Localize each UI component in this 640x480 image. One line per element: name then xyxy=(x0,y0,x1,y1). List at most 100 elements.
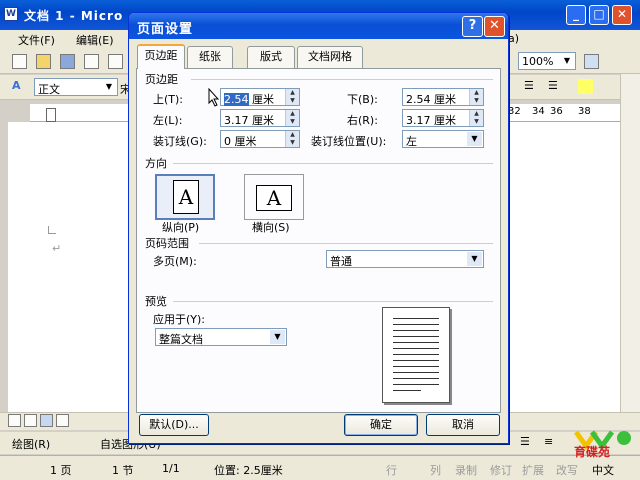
dialog-title-bar[interactable]: 页面设置 ? ✕ xyxy=(129,13,508,39)
right-margin-value: 3.17 厘米 xyxy=(406,114,456,127)
save-icon[interactable] xyxy=(60,54,75,69)
preview-section-title: 预览 xyxy=(145,295,167,308)
cancel-button[interactable]: 取消 xyxy=(426,414,500,436)
gutter-label: 装订线(G): xyxy=(153,135,207,148)
gutter-position-label: 装订线位置(U): xyxy=(311,135,387,148)
spinner-icon[interactable]: ▲ ▼ xyxy=(285,110,299,126)
tab-doc-grid[interactable]: 文档网格 xyxy=(297,46,363,68)
logo-text: 育碟苑 xyxy=(574,445,611,459)
zoom-combo[interactable]: 100% ▼ xyxy=(518,52,576,70)
pages-section-title: 页码范围 xyxy=(145,237,189,250)
open-folder-icon[interactable] xyxy=(36,54,51,69)
style-value: 正文 xyxy=(38,83,60,96)
status-position: 位置: 2.5厘米 xyxy=(214,464,283,477)
portrait-option[interactable]: A xyxy=(155,174,215,220)
paragraph-mark-icon: ↵ xyxy=(52,242,62,255)
gutter-position-select[interactable]: 左 ▼ xyxy=(402,130,484,148)
new-doc-icon[interactable] xyxy=(12,54,27,69)
status-language: 中文 xyxy=(592,464,614,477)
spinner-icon[interactable]: ▲ ▼ xyxy=(469,89,483,105)
status-macro-record[interactable]: 录制 xyxy=(455,462,477,478)
multiple-pages-select[interactable]: 普通 ▼ xyxy=(326,250,484,268)
tab-layout[interactable]: 版式 xyxy=(247,46,295,68)
vertical-scrollbar[interactable] xyxy=(620,74,640,412)
help-assistant-icon[interactable] xyxy=(584,54,599,69)
numbering-icon[interactable]: ☰ xyxy=(524,79,539,94)
chevron-down-icon[interactable]: ▼ xyxy=(467,132,482,146)
zoom-value: 100% xyxy=(522,55,554,68)
bottom-margin-value: 2.54 厘米 xyxy=(406,93,456,106)
left-margin-input[interactable]: 3.17 厘米 ▲ ▼ xyxy=(220,109,300,127)
ok-button[interactable]: 确定 xyxy=(344,414,418,436)
status-extend[interactable]: 扩展 xyxy=(522,462,544,478)
chevron-down-icon[interactable]: ▼ xyxy=(560,54,574,68)
gutter-position-value: 左 xyxy=(406,135,417,148)
dash-style-icon[interactable]: ≡ xyxy=(544,435,559,450)
line-style-icon[interactable]: ☰ xyxy=(520,435,535,450)
indent-marker-icon[interactable] xyxy=(46,108,56,122)
close-icon[interactable]: ✕ xyxy=(484,16,505,37)
bottom-margin-input[interactable]: 2.54 厘米 ▲ ▼ xyxy=(402,88,484,106)
tab-margins[interactable]: 页边距 xyxy=(137,44,185,69)
window-close-icon[interactable]: ✕ xyxy=(612,5,632,25)
word-window-title: 文档 1 - Micro xyxy=(24,9,124,23)
portrait-page-icon: A xyxy=(173,180,199,214)
normal-view-icon[interactable] xyxy=(8,414,21,427)
margins-section-title: 页边距 xyxy=(145,73,178,86)
mouse-pointer-icon xyxy=(208,87,220,108)
spinner-icon[interactable]: ▲ ▼ xyxy=(469,110,483,126)
section-divider xyxy=(173,163,493,164)
landscape-label[interactable]: 横向(S) xyxy=(252,219,290,235)
landscape-page-icon: A xyxy=(256,185,292,211)
menu-edit[interactable]: 编辑(E) xyxy=(76,32,114,48)
bullets-icon[interactable]: ☰ xyxy=(548,79,563,94)
style-combo[interactable]: 正文 ▼ xyxy=(34,78,118,96)
watermark-logo: 育碟苑 xyxy=(572,426,638,460)
styles-pane-icon[interactable]: A xyxy=(12,79,27,94)
page-setup-dialog: 页面设置 ? ✕ 页边距 纸张 版式 文档网格 页边距 上(T): 2.54 厘… xyxy=(128,12,509,444)
multiple-pages-value: 普通 xyxy=(330,255,352,268)
print-preview-icon[interactable] xyxy=(108,54,123,69)
tab-paper[interactable]: 纸张 xyxy=(187,46,233,68)
dialog-title: 页面设置 xyxy=(137,22,194,37)
apply-to-label: 应用于(Y): xyxy=(153,313,206,326)
top-margin-input[interactable]: 2.54 厘米 ▲ ▼ xyxy=(220,88,300,106)
section-divider xyxy=(199,243,493,244)
chevron-down-icon[interactable]: ▼ xyxy=(467,252,482,266)
menu-file[interactable]: 文件(F) xyxy=(18,32,55,48)
status-overtype[interactable]: 改写 xyxy=(556,462,578,478)
chevron-down-icon[interactable]: ▼ xyxy=(270,330,285,344)
spinner-icon[interactable]: ▲ ▼ xyxy=(285,131,299,147)
page-preview xyxy=(382,307,450,403)
highlight-icon[interactable] xyxy=(578,79,593,94)
outline-view-icon[interactable] xyxy=(56,414,69,427)
print-icon[interactable] xyxy=(84,54,99,69)
left-margin-value: 3.17 厘米 xyxy=(224,114,274,127)
multiple-pages-label: 多页(M): xyxy=(153,255,197,268)
page-view-icon[interactable] xyxy=(40,414,53,427)
default-button[interactable]: 默认(D)... xyxy=(139,414,209,436)
help-icon[interactable]: ? xyxy=(462,16,483,37)
portrait-label[interactable]: 纵向(P) xyxy=(162,219,199,235)
apply-to-select[interactable]: 整篇文档 ▼ xyxy=(155,328,287,346)
gutter-input[interactable]: 0 厘米 ▲ ▼ xyxy=(220,130,300,148)
landscape-option[interactable]: A xyxy=(244,174,304,220)
chevron-down-icon[interactable]: ▼ xyxy=(102,80,116,94)
orientation-section-title: 方向 xyxy=(145,157,167,170)
web-view-icon[interactable] xyxy=(24,414,37,427)
maximize-icon[interactable]: □ xyxy=(589,5,609,25)
left-margin-label: 左(L): xyxy=(153,114,183,127)
spinner-icon[interactable]: ▲ ▼ xyxy=(285,89,299,105)
draw-menu[interactable]: 绘图(R) xyxy=(12,436,50,452)
section-divider xyxy=(191,79,493,80)
minimize-icon[interactable]: _ xyxy=(566,5,586,25)
status-track-changes[interactable]: 修订 xyxy=(490,462,512,478)
ruler-tick: 38 xyxy=(578,106,591,117)
status-rec[interactable]: 行 xyxy=(386,462,397,478)
margin-corner-mark xyxy=(48,226,56,234)
top-margin-label: 上(T): xyxy=(153,93,184,106)
status-bar: 1 页 1 节 1/1 位置: 2.5厘米 行 列 录制 修订 扩展 改写 中文 xyxy=(0,455,640,480)
menu-help-partial[interactable]: a) xyxy=(508,32,519,45)
right-margin-input[interactable]: 3.17 厘米 ▲ ▼ xyxy=(402,109,484,127)
status-col[interactable]: 列 xyxy=(430,462,441,478)
